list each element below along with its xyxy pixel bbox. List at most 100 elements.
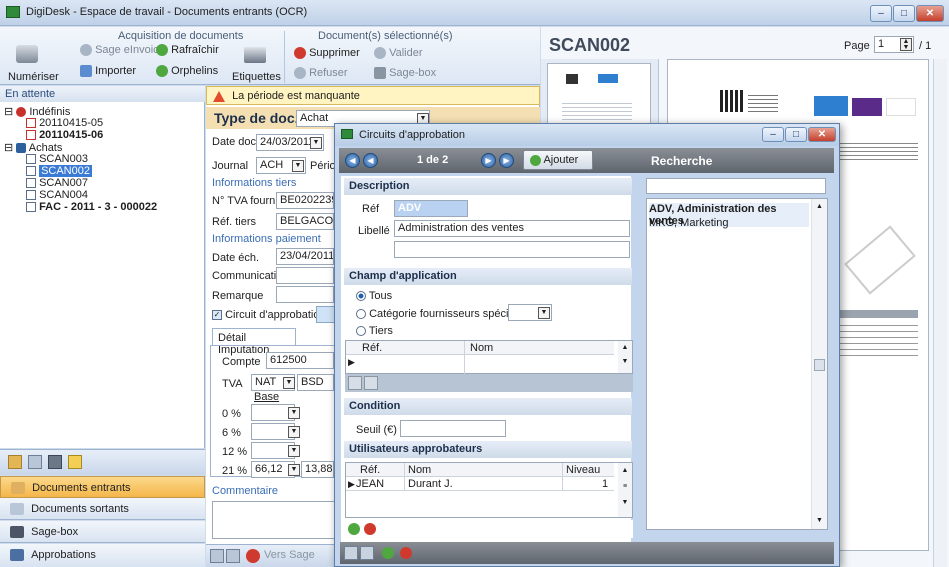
- search-input[interactable]: [646, 178, 826, 194]
- orphelins-button[interactable]: Orphelins: [156, 65, 218, 78]
- next-record-icon[interactable]: ▶: [481, 153, 496, 168]
- remarque-field[interactable]: [276, 286, 334, 303]
- tva-21-value[interactable]: 13,88: [301, 461, 334, 478]
- circuit-combo[interactable]: [316, 306, 336, 323]
- nav-documents-sortants[interactable]: Documents sortants: [0, 498, 205, 520]
- dialog-close-button[interactable]: ✕: [808, 127, 836, 142]
- tree-node-i2[interactable]: 20110415-06: [26, 129, 103, 141]
- description-section: Description: [344, 178, 632, 195]
- communication-field[interactable]: [276, 267, 334, 284]
- tiers-grid-scrollbar[interactable]: ▲ ▼: [618, 341, 632, 373]
- compte-field[interactable]: 612500: [266, 352, 334, 369]
- tiers-col-ref: Réf.: [362, 342, 383, 354]
- dialog-add-icon[interactable]: [382, 547, 394, 559]
- users-table-row[interactable]: ▶ JEAN Durant J. 1: [346, 478, 614, 491]
- approval-icon[interactable]: [68, 455, 82, 469]
- rate-6-dropdown-icon[interactable]: ▼: [288, 426, 300, 438]
- close-button[interactable]: ✕: [916, 5, 944, 22]
- tva-fourn-field[interactable]: BE020223995: [276, 192, 334, 209]
- tree-node-a4[interactable]: SCAN004: [26, 189, 88, 201]
- dialog-minimize-button[interactable]: –: [762, 127, 784, 142]
- ref-tiers-field[interactable]: BELGACOM: [276, 213, 334, 230]
- results-scrollbar[interactable]: ▲ ▼: [811, 199, 827, 529]
- info-tiers-section: Informations tiers: [212, 177, 297, 189]
- delete-round-icon[interactable]: [246, 549, 260, 563]
- tree-node-a3[interactable]: SCAN007: [26, 177, 88, 189]
- cancel-icon[interactable]: [226, 549, 240, 563]
- radio-tous[interactable]: Tous: [356, 290, 392, 302]
- tree-node-a1[interactable]: SCAN003: [26, 153, 88, 165]
- calendar-icon[interactable]: ▼: [310, 137, 322, 149]
- folder-icon[interactable]: [8, 455, 22, 469]
- supprimer-button[interactable]: Supprimer: [294, 47, 360, 60]
- sagebox-button[interactable]: Sage-box: [374, 67, 436, 80]
- importer-button[interactable]: Importer: [80, 65, 137, 78]
- orphans-icon: [156, 65, 168, 78]
- logo-proximus-icon: [852, 98, 882, 116]
- tree-node-a2[interactable]: SCAN002: [26, 165, 92, 177]
- journal-dropdown-icon[interactable]: ▼: [292, 160, 304, 172]
- first-record-icon[interactable]: ◀: [345, 153, 360, 168]
- importer-label: Importer: [95, 65, 137, 77]
- maximize-button[interactable]: □: [893, 5, 915, 22]
- rate-21-dropdown-icon[interactable]: ▼: [288, 464, 300, 476]
- dialog-maximize-button[interactable]: □: [785, 127, 807, 142]
- rafraichir-button[interactable]: Rafraîchir: [156, 44, 219, 57]
- box-icon[interactable]: [48, 455, 62, 469]
- rate-12-dropdown-icon[interactable]: ▼: [288, 445, 300, 457]
- last-record-icon[interactable]: ▶: [499, 153, 514, 168]
- users-grid-scrollbar[interactable]: ▲ ≡ ▼: [618, 463, 632, 517]
- previous-record-icon[interactable]: ◀: [363, 153, 378, 168]
- bsd-field[interactable]: BSD: [297, 374, 334, 391]
- add-user-icon[interactable]: [348, 523, 360, 535]
- date-ech-label: Date éch.: [212, 252, 260, 264]
- nat-dropdown-icon[interactable]: ▼: [283, 377, 295, 389]
- ajouter-button[interactable]: Ajouter: [523, 150, 593, 170]
- date-ech-field[interactable]: 23/04/2011: [276, 248, 334, 265]
- scroll-down-icon[interactable]: ▼: [816, 517, 823, 524]
- valider-button[interactable]: Valider: [374, 47, 423, 60]
- commentaire-field[interactable]: [212, 501, 336, 539]
- minimize-button[interactable]: –: [870, 5, 892, 22]
- tree-node-i1[interactable]: 20110415-05: [26, 117, 103, 129]
- ref-tiers-label: Réf. tiers: [212, 216, 257, 228]
- dialog-save-icon[interactable]: [344, 546, 358, 560]
- scroll-up-icon[interactable]: ▲: [816, 203, 823, 210]
- vers-sage-button[interactable]: Vers Sage: [264, 549, 315, 561]
- etiquettes-label: Etiquettes: [232, 71, 281, 83]
- nav-approbations[interactable]: Approbations: [0, 544, 205, 567]
- rate-0-dropdown-icon[interactable]: ▼: [288, 407, 300, 419]
- radio-tiers[interactable]: Tiers: [356, 325, 393, 337]
- result-item-1[interactable]: MKG, Marketing: [649, 217, 809, 229]
- grid-add-icon[interactable]: [348, 376, 362, 390]
- etiquettes-button[interactable]: Etiquettes: [232, 43, 281, 83]
- save-icon[interactable]: [210, 549, 224, 563]
- grid-remove-icon[interactable]: [364, 376, 378, 390]
- users-col-nom: Nom: [408, 464, 432, 476]
- ref-field[interactable]: ADV: [394, 200, 468, 217]
- row-pointer-icon: ▶: [348, 479, 355, 489]
- page-spin-icon[interactable]: ▲ ▼: [900, 38, 912, 51]
- scroll-thumb[interactable]: [814, 359, 825, 371]
- tree-node-a5[interactable]: FAC - 2011 - 3 - 000022: [26, 201, 157, 213]
- refuser-button[interactable]: Refuser: [294, 67, 348, 80]
- mail-icon[interactable]: [28, 455, 42, 469]
- remove-user-icon[interactable]: [364, 523, 376, 535]
- radio-categorie[interactable]: Catégorie fournisseurs spécifique: [356, 308, 532, 320]
- nav-documents-entrants[interactable]: Documents entrants: [0, 476, 205, 498]
- sage-einvoice-button[interactable]: Sage eInvoice: [80, 44, 165, 57]
- info-paiement-section: Informations paiement: [212, 233, 321, 245]
- preview-scrollbar[interactable]: [933, 59, 947, 567]
- libelle-extra-field[interactable]: [394, 241, 630, 258]
- nav-documents-entrants-label: Documents entrants: [32, 482, 131, 494]
- numeriser-button[interactable]: Numériser: [8, 43, 59, 83]
- circuit-checkbox[interactable]: ✓ Circuit d'approbation: [212, 309, 326, 321]
- radio-icon: [356, 309, 366, 320]
- libelle-field[interactable]: Administration des ventes: [394, 220, 630, 237]
- seuil-field[interactable]: [400, 420, 506, 437]
- tab-detail-imputation[interactable]: Détail Imputation: [212, 328, 296, 356]
- dialog-undo-icon[interactable]: [360, 546, 374, 560]
- dialog-delete-icon[interactable]: [400, 547, 412, 559]
- nav-sagebox[interactable]: Sage-box: [0, 521, 205, 543]
- categorie-dropdown-icon[interactable]: ▼: [538, 307, 550, 319]
